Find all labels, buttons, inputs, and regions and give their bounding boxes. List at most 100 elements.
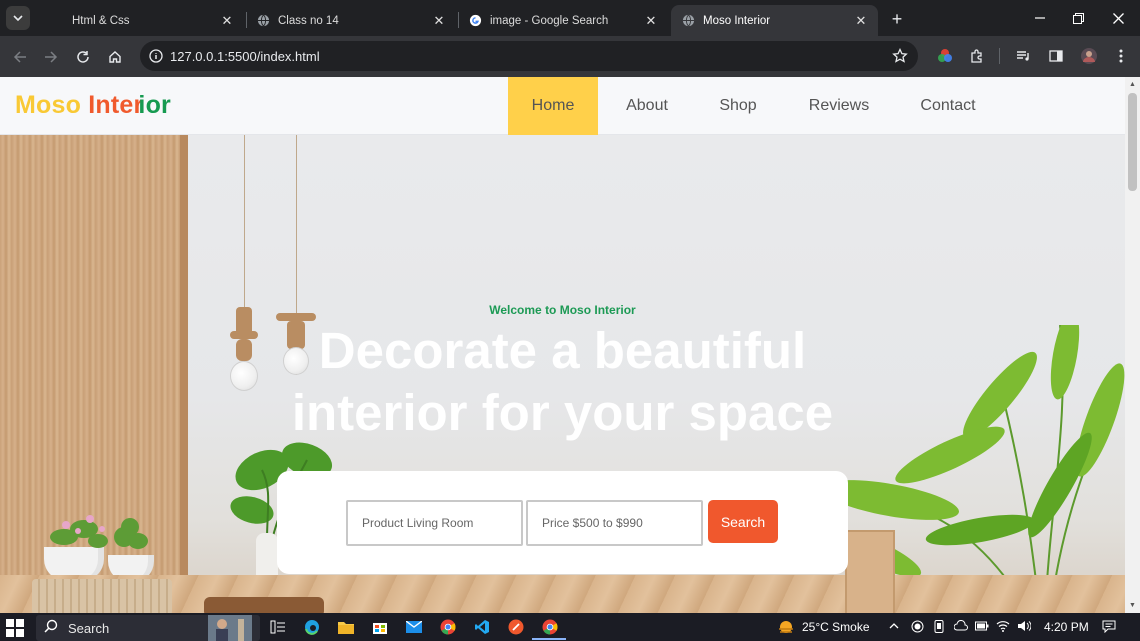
close-icon[interactable]: ✕: [432, 13, 446, 28]
arrow-right-icon: [45, 51, 58, 63]
windows-taskbar: Search 25°C Smoke 4:20 PM: [0, 613, 1140, 641]
wooden-cabinet: [845, 530, 895, 613]
search-highlight-image: [208, 615, 252, 641]
page-scrollbar[interactable]: ▲ ▼: [1125, 77, 1140, 613]
hero-headline: Decorate a beautiful interior for your s…: [0, 320, 1125, 444]
phone-link-icon[interactable]: [932, 619, 946, 633]
back-button[interactable]: [7, 44, 33, 70]
price-input-placeholder: Price $500 to $990: [542, 516, 643, 530]
tab-google-search[interactable]: image - Google Search ✕: [458, 5, 668, 36]
volume-icon[interactable]: [1017, 619, 1031, 633]
close-icon[interactable]: ✕: [644, 13, 658, 28]
toolbar-divider: [999, 48, 1000, 64]
globe-icon: [681, 14, 695, 28]
home-icon: [109, 51, 121, 63]
page-viewport: Moso Interior Home About Shop Reviews Co…: [0, 77, 1125, 613]
nav-contact[interactable]: Contact: [898, 77, 998, 135]
price-input[interactable]: Price $500 to $990: [526, 500, 703, 546]
reload-button[interactable]: [70, 44, 96, 70]
address-bar[interactable]: 127.0.0.1:5500/index.html: [140, 41, 918, 71]
nav-label: Home: [531, 97, 575, 114]
wooden-stool: [204, 597, 324, 613]
nav-reviews[interactable]: Reviews: [780, 77, 898, 135]
hero-headline-line1: Decorate a beautiful: [318, 322, 807, 379]
close-icon: [1112, 12, 1124, 24]
search-icon: [44, 619, 58, 638]
product-input[interactable]: Product Living Room: [346, 500, 523, 546]
weather-text[interactable]: 25°C Smoke: [802, 620, 870, 634]
close-icon[interactable]: ✕: [220, 13, 234, 28]
hero-headline-line2: interior for your space: [291, 384, 834, 441]
home-button[interactable]: [102, 44, 128, 70]
product-input-placeholder: Product Living Room: [362, 516, 474, 530]
media-control-icon[interactable]: [1012, 45, 1034, 67]
url-text: 127.0.0.1:5500/index.html: [170, 48, 320, 64]
vscode-icon[interactable]: [472, 617, 492, 637]
logo-part-inter: Inter: [88, 91, 144, 119]
logo-part-ior: ior: [138, 91, 171, 119]
side-panel-icon[interactable]: [1045, 45, 1067, 67]
search-card: Product Living Room Price $500 to $990 S…: [277, 471, 848, 574]
clock-time[interactable]: 4:20 PM: [1044, 620, 1089, 634]
chrome-active-icon[interactable]: [540, 617, 560, 637]
logo-part-moso: Moso: [15, 91, 82, 119]
taskbar-search[interactable]: Search: [36, 615, 260, 641]
main-nav: Home About Shop Reviews Contact: [508, 77, 998, 135]
edge-browser-icon[interactable]: [302, 617, 322, 637]
mail-icon[interactable]: [404, 617, 424, 637]
nav-shop[interactable]: Shop: [696, 77, 780, 135]
tab-title: image - Google Search: [490, 14, 609, 27]
search-button[interactable]: Search: [708, 500, 778, 543]
plus-icon: +: [891, 8, 903, 29]
scroll-up-icon[interactable]: ▲: [1128, 80, 1137, 89]
task-view-icon[interactable]: [268, 617, 288, 637]
nav-home[interactable]: Home: [508, 77, 598, 135]
nav-label: Shop: [719, 97, 757, 114]
battery-icon[interactable]: [975, 619, 989, 633]
windows-start-icon[interactable]: [6, 619, 24, 637]
extensions-puzzle-icon[interactable]: [966, 45, 988, 67]
tab-title: Moso Interior: [703, 14, 771, 27]
record-icon[interactable]: [910, 619, 924, 633]
hero-text: Welcome to Moso Interior Decorate a beau…: [0, 303, 1125, 444]
nav-label: Contact: [920, 97, 976, 114]
blank-page-icon: [50, 14, 64, 28]
weather-sun-icon[interactable]: [776, 618, 796, 636]
browser-tab-strip: Html & Css ✕ Class no 14 ✕ image - Googl…: [0, 0, 1140, 36]
site-info-icon[interactable]: [148, 48, 164, 64]
cloud-sync-icon[interactable]: [954, 619, 968, 633]
new-tab-button[interactable]: +: [886, 8, 908, 30]
google-icon: [468, 14, 482, 28]
nav-label: Reviews: [808, 97, 870, 114]
tab-class-no-14[interactable]: Class no 14 ✕: [246, 5, 456, 36]
minimize-icon: [1035, 17, 1045, 19]
tab-html-css[interactable]: Html & Css ✕: [40, 5, 244, 36]
chevron-up-icon[interactable]: [887, 619, 901, 633]
tab-search-button[interactable]: [6, 6, 30, 30]
close-icon[interactable]: ✕: [854, 13, 868, 28]
chrome-icon[interactable]: [438, 617, 458, 637]
minimize-button[interactable]: [1020, 0, 1060, 36]
nav-about[interactable]: About: [598, 77, 696, 135]
profile-avatar[interactable]: [1078, 45, 1100, 67]
taskbar-search-label: Search: [68, 620, 110, 636]
pot-plants-illustration: [50, 515, 148, 549]
scroll-down-icon[interactable]: ▼: [1128, 601, 1137, 610]
file-explorer-icon[interactable]: [336, 617, 356, 637]
color-picker-extension-icon[interactable]: [934, 45, 956, 67]
chevron-down-icon: [13, 15, 23, 22]
store-icon[interactable]: [370, 617, 390, 637]
forward-button[interactable]: [38, 44, 64, 70]
restore-button[interactable]: [1058, 0, 1098, 36]
kebab-menu-icon[interactable]: [1110, 45, 1132, 67]
brave-orange-app-icon[interactable]: [506, 617, 526, 637]
wifi-icon[interactable]: [996, 619, 1010, 633]
notification-icon[interactable]: [1102, 619, 1116, 633]
star-icon[interactable]: [892, 47, 908, 69]
scrollbar-thumb[interactable]: [1128, 93, 1137, 191]
close-window-button[interactable]: [1098, 0, 1138, 36]
globe-icon: [256, 14, 270, 28]
tab-title: Html & Css: [72, 14, 130, 27]
tab-moso-interior[interactable]: Moso Interior ✕: [671, 5, 878, 36]
site-logo[interactable]: Moso Interior: [15, 91, 171, 120]
